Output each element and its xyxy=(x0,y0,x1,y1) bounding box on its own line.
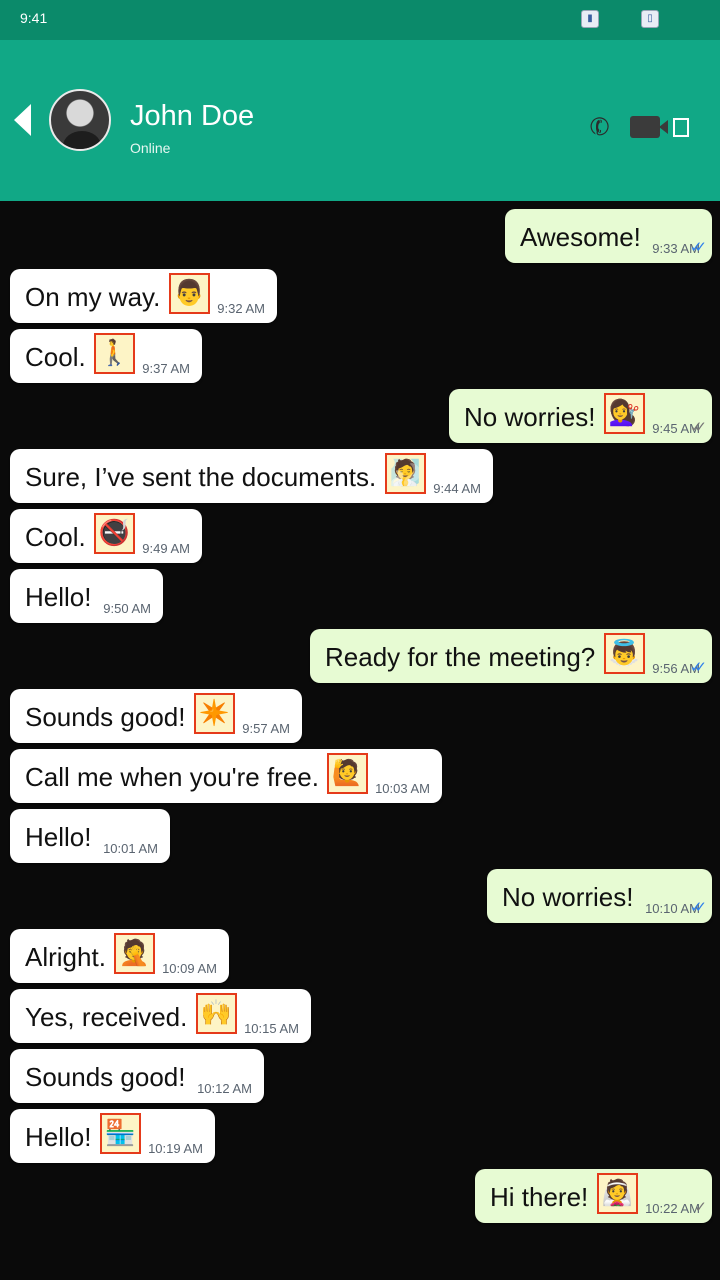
message-time: 9:44 AM xyxy=(433,481,481,496)
outgoing-message[interactable]: Awesome! 9:33 AM ✓✓ xyxy=(505,209,712,263)
incoming-message[interactable]: Sounds good! ✴️ 9:57 AM xyxy=(10,689,302,743)
message-text: Ready for the meeting? xyxy=(325,642,596,672)
message-time: 9:57 AM xyxy=(242,721,290,736)
battery-icon: ▯ xyxy=(641,10,659,28)
incoming-message[interactable]: Hello! 9:50 AM xyxy=(10,569,163,623)
message-time: 10:01 AM xyxy=(103,841,158,856)
phone-icon[interactable]: ✆ xyxy=(586,110,615,144)
incoming-message[interactable]: Cool. 🚶➡️ 9:37 AM xyxy=(10,329,202,383)
outgoing-message[interactable]: Ready for the meeting? 👼 9:56 AM ✓✓ xyxy=(310,629,712,683)
outgoing-message[interactable]: No worries! 10:10 AM ✓✓ xyxy=(487,869,712,923)
message-text: Yes, received. xyxy=(25,1002,188,1032)
incoming-message[interactable]: On my way. 👨 9:32 AM xyxy=(10,269,277,323)
message-text: Alright. xyxy=(25,942,106,972)
message-text: Cool. xyxy=(25,342,86,372)
emoji-sticker-icon: 🚶➡️ xyxy=(94,333,135,374)
message-time: 9:37 AM xyxy=(142,361,190,376)
emoji-sticker-icon: 👼 xyxy=(604,633,645,674)
incoming-message[interactable]: Hello! 10:01 AM xyxy=(10,809,170,863)
outgoing-message[interactable]: No worries! 💇‍♀️ 9:45 AM ✓✓ xyxy=(449,389,712,443)
double-tick-icon: ✓✓ xyxy=(689,239,707,256)
incoming-message[interactable]: Cool. 🚭 9:49 AM xyxy=(10,509,202,563)
message-text: Sounds good! xyxy=(25,702,186,732)
message-text: Hello! xyxy=(25,822,92,852)
video-call-icon[interactable] xyxy=(630,116,668,138)
emoji-sticker-icon: 🚭 xyxy=(94,513,135,554)
message-text: Hi there! xyxy=(490,1182,589,1212)
signal-icon: ▮ xyxy=(581,10,599,28)
double-tick-icon: ✓✓ xyxy=(689,659,707,676)
double-tick-icon: ✓✓ xyxy=(689,899,707,916)
contact-status: Online xyxy=(130,140,171,156)
emoji-sticker-icon: 💇‍♀️ xyxy=(604,393,645,434)
status-bar: 9:41 ▮ ▯ xyxy=(0,0,720,40)
message-time: 9:32 AM xyxy=(217,301,265,316)
message-text: Sure, I’ve sent the documents. xyxy=(25,462,377,492)
chat-header: John Doe Online ✆ xyxy=(0,40,720,201)
emoji-sticker-icon: 🙌 xyxy=(196,993,237,1034)
message-text: Awesome! xyxy=(520,222,641,252)
sent-tick-icon: ✓ xyxy=(694,1199,706,1216)
double-tick-icon: ✓✓ xyxy=(689,419,707,436)
message-text: Hello! xyxy=(25,582,92,612)
incoming-message[interactable]: Call me when you're free. 🙋 10:03 AM xyxy=(10,749,442,803)
message-time: 10:09 AM xyxy=(162,961,217,976)
incoming-message[interactable]: Sure, I’ve sent the documents. 🧖 9:44 AM xyxy=(10,449,493,503)
emoji-sticker-icon: 🏪 xyxy=(100,1113,141,1154)
emoji-sticker-icon: 👰 xyxy=(597,1173,638,1214)
emoji-sticker-icon: 🧖 xyxy=(385,453,426,494)
message-time: 10:03 AM xyxy=(375,781,430,796)
message-time: 9:49 AM xyxy=(142,541,190,556)
incoming-message[interactable]: Yes, received. 🙌 10:15 AM xyxy=(10,989,311,1043)
message-time: 10:19 AM xyxy=(148,1141,203,1156)
back-arrow-icon[interactable] xyxy=(14,104,31,136)
incoming-message[interactable]: Alright. 🤦 10:09 AM xyxy=(10,929,229,983)
message-text: Sounds good! xyxy=(25,1062,186,1092)
emoji-sticker-icon: 🤦 xyxy=(114,933,155,974)
outgoing-message[interactable]: Hi there! 👰 10:22 AM ✓ xyxy=(475,1169,712,1223)
message-list[interactable]: Awesome! 9:33 AM ✓✓ On my way. 👨 9:32 AM Cool.… xyxy=(0,201,720,1280)
message-time: 10:12 AM xyxy=(197,1081,252,1096)
contact-name[interactable]: John Doe xyxy=(130,100,254,133)
message-text: On my way. xyxy=(25,282,161,312)
message-text: No worries! xyxy=(502,882,634,912)
message-text: Cool. xyxy=(25,522,86,552)
message-time: 9:50 AM xyxy=(103,601,151,616)
message-text: No worries! xyxy=(464,402,596,432)
emoji-sticker-icon: 👨 xyxy=(169,273,210,314)
menu-icon[interactable] xyxy=(673,118,689,137)
message-text: Call me when you're free. xyxy=(25,762,319,792)
emoji-sticker-icon: ✴️ xyxy=(194,693,235,734)
avatar[interactable] xyxy=(49,89,111,151)
message-time: 10:15 AM xyxy=(244,1021,299,1036)
incoming-message[interactable]: Hello! 🏪 10:19 AM xyxy=(10,1109,215,1163)
emoji-sticker-icon: 🙋 xyxy=(327,753,368,794)
message-time: 10:22 AM xyxy=(645,1201,700,1216)
incoming-message[interactable]: Sounds good! 10:12 AM xyxy=(10,1049,264,1103)
status-time: 9:41 xyxy=(20,10,48,26)
message-text: Hello! xyxy=(25,1122,92,1152)
